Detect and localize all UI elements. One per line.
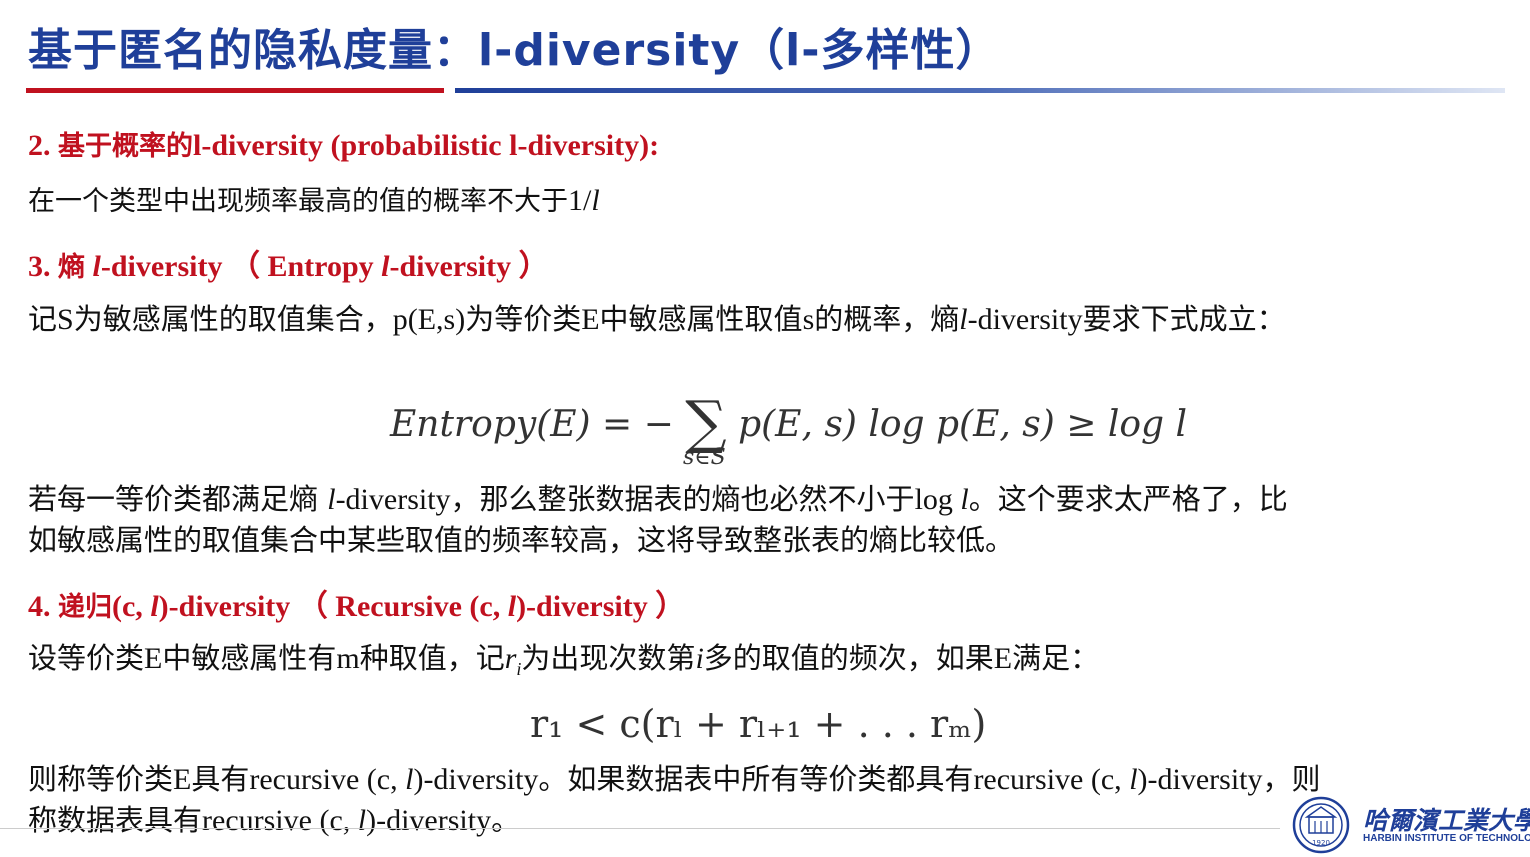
s4p2l2-a: 称数据表具有 [28,803,203,837]
entropy-formula-rhs: p(E, s) log p(E, s) ≥ log l [738,404,1188,445]
s4p2l2-b: recursive (c, [202,804,358,837]
section-3-body: 记S为敏感属性的取值集合，p(E,s)为等价类E中敏感属性取值s的概率，熵l-d… [28,299,1286,340]
s3-text-e: 为等价类 [465,302,582,336]
section-3-var: l [92,250,101,283]
title-underline-red [26,88,444,93]
footer-rule [0,828,1280,829]
s3p2-f: l [960,483,969,516]
s3p2-g: 。这个要求太严格了，比 [968,482,1288,516]
section-2-body-var: l [591,184,600,217]
section-4-number: 4. [28,590,51,623]
s3-text-i: 的概率，熵 [814,302,960,336]
s4p2-i: l [1129,763,1138,796]
section-3-number: 3. [28,250,51,283]
s4-d: m [336,642,360,675]
section-3-para2-line2: 如敏感属性的取值集合中某些取值的频率较高，这将导致整张表的熵比较低。 [28,523,1015,557]
s4p2l2-e: 。 [491,803,521,837]
s3-text-g: 中敏感属性取值 [599,302,803,336]
s4p2l2-c: l [357,804,367,837]
s3-text-f: E [581,303,600,336]
s4-k: 满足： [1012,641,1100,675]
section-4-var: l [150,590,159,623]
logo-chinese-name: 哈爾濱工業大學 [1363,806,1530,835]
slide-title: 基于匿名的隐私度量：l-diversity（l-多样性） [28,25,1001,76]
s4-g: 为出现次数第 [521,641,696,675]
s4-b: E [144,642,163,675]
section-2-body-text: 在一个类型中出现频率最高的值的概率不大于 [28,186,568,217]
section-4-body: 设等价类E中敏感属性有m种取值，记ri为出现次数第i多的取值的频次，如果E满足： [28,638,1099,690]
s3p2-e: log [914,483,961,516]
sum-subscript: s∈S [683,445,726,470]
section-4-para2-line1: 则称等价类E具有recursive (c, l)-diversity。如果数据表… [28,759,1321,800]
section-4-title-p2: )-diversity （ Recursive (c, [158,590,508,623]
s3-text-c: 为敏感属性的取值集合， [73,302,393,336]
s4p2-c: 具有 [191,762,250,796]
s4-h: i [695,642,704,675]
s3p2-a: 若每一等价类都满足熵 [28,482,328,516]
section-2-heading: 2. 基于概率的l-diversity (probabilistic l-div… [28,124,659,163]
s4p2-a: 则称等价类 [28,762,174,796]
section-3-title-part1: -diversity （ Entropy [100,250,382,283]
section-4-cn-title: 递归 [58,592,112,623]
s4-f: r [504,642,517,675]
recursive-formula: r₁ < c(rₗ + rₗ₊₁ + . . . rₘ) [530,702,987,746]
s3-text-d: p(E,s) [392,303,466,336]
logo-year: 1920 [1312,839,1330,847]
s4p2-h: recursive (c, [973,763,1130,796]
s4-e: 种取值，记 [359,641,505,675]
section-4-title-p1: (c, [112,590,151,623]
s3p2-c: -diversity [335,483,451,516]
section-2-en-title: l-diversity (probabilistic l-diversity): [193,129,660,162]
s3-text-b: S [57,303,74,336]
section-2-cn-title: 基于概率的 [58,131,193,162]
s3-text-j: l [959,303,968,336]
section-2-body-frac: 1/ [568,184,592,217]
s4p2-j: )-diversity [1137,763,1263,796]
section-3-heading: 3. 熵 l-diversity （ Entropy l-diversity ） [28,241,549,285]
section-4-heading: 4. 递归(c, l)-diversity （ Recursive (c, l)… [28,581,685,625]
s3-text-h: s [802,303,815,336]
section-3-title-part2: -diversity ） [389,250,549,283]
s4p2-b: E [173,763,192,796]
s4p2-f: )-diversity [413,763,539,796]
s3-text-l: 要求下式成立： [1082,302,1286,336]
s4-j: E [993,642,1013,675]
university-emblem-icon: 1920 [1292,796,1350,854]
s4-a: 设等价类 [28,641,145,675]
entropy-formula: Entropy(E) = − ∑ p(E, s) log p(E, s) ≥ l… [390,382,1188,456]
section-4-para2-line2: 称数据表具有recursive (c, l)-diversity。 [28,800,520,841]
s4p2-g: 。如果数据表中所有等价类都具有 [538,762,974,796]
section-2-body: 在一个类型中出现频率最高的值的概率不大于1/l [28,180,600,222]
s3p2-d: ，那么整张数据表的熵也必然不小于 [450,482,915,516]
s3-text-a: 记 [28,302,58,336]
s4p2-d: recursive (c, [249,763,406,796]
title-underline-blue [455,88,1505,93]
s3p2-b: l [327,483,336,516]
s4p2-k: ，则 [1262,762,1321,796]
entropy-formula-lhs: Entropy(E) = − [390,404,674,445]
section-2-number: 2. [28,129,51,162]
s3-text-k: -diversity [967,303,1083,336]
section-4-title-p3: )-diversity ） [516,590,686,623]
s4-c: 中敏感属性有 [162,641,337,675]
university-logo: 1920 哈爾濱工業大學 HARBIN INSTITUTE OF TECHNOL… [1285,795,1530,857]
logo-english-name: HARBIN INSTITUTE OF TECHNOLOGY [1363,833,1530,844]
s4-i: 多的取值的频次，如果 [703,641,994,675]
s4p2l2-d: )-diversity [366,804,492,837]
section-3-para2-line1: 若每一等价类都满足熵 l-diversity，那么整张数据表的熵也必然不小于lo… [28,479,1288,520]
section-3-cn-title: 熵 [58,252,85,283]
section-4-var2: l [507,590,517,623]
